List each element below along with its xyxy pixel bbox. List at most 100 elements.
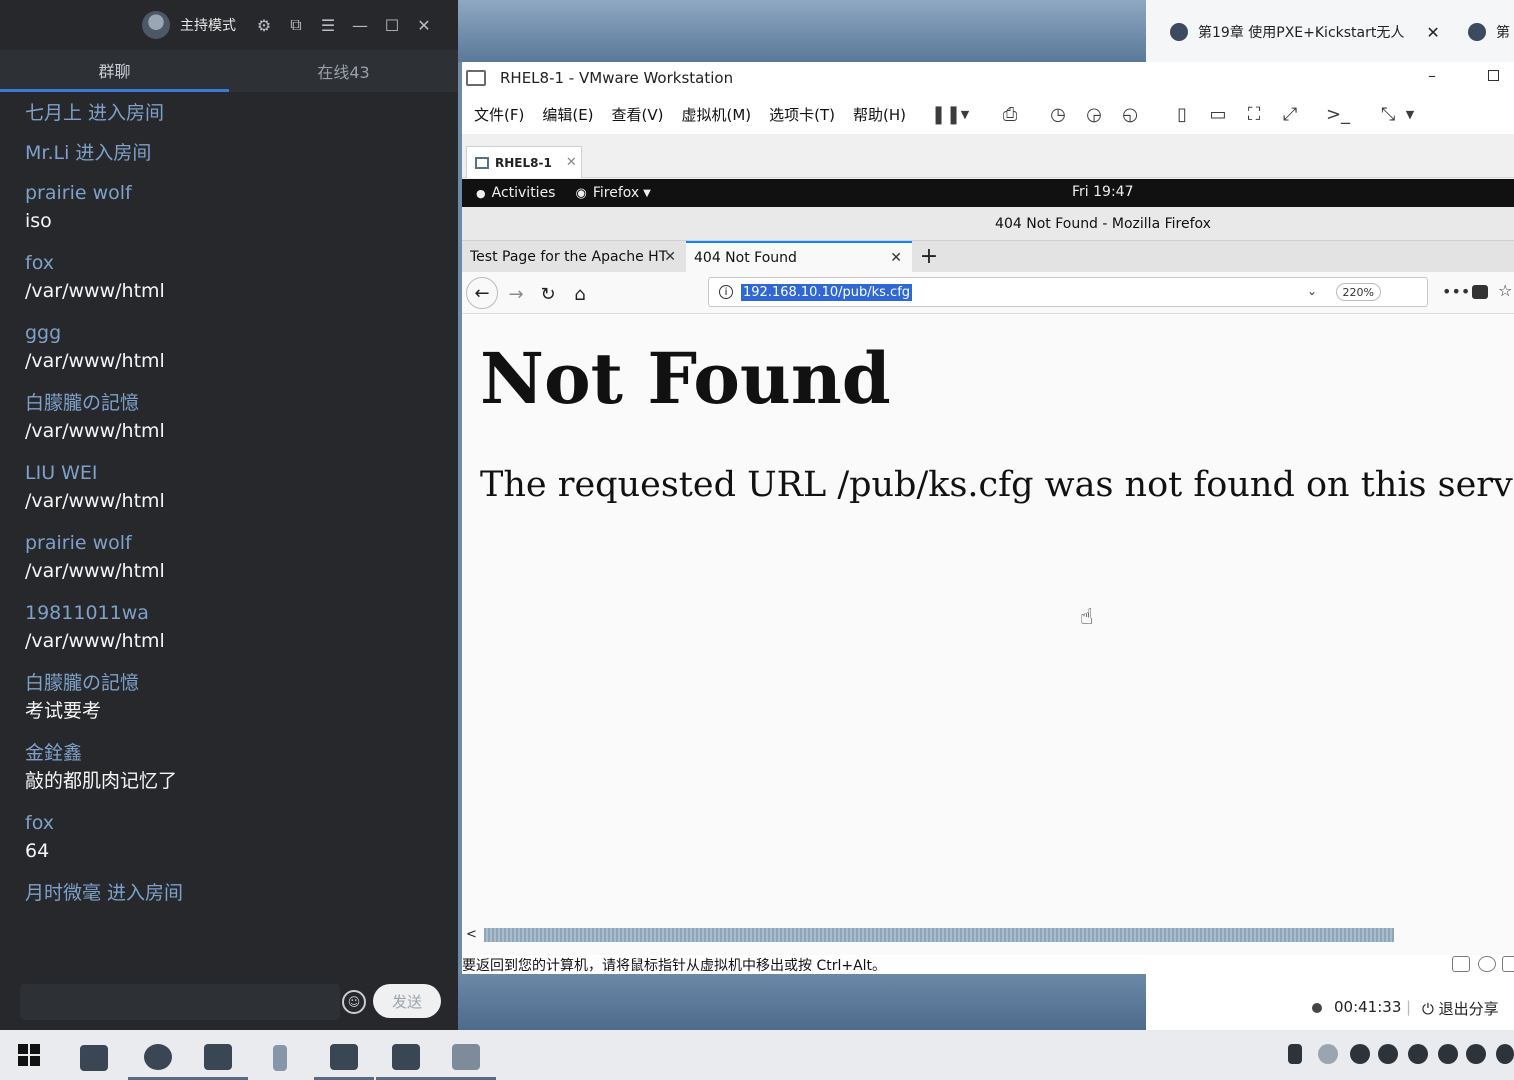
clock[interactable]: Fri 19:47 (1072, 184, 1133, 200)
scroll-left-icon[interactable]: < (466, 927, 477, 942)
send-button[interactable]: 发送 (373, 984, 441, 1018)
recording-dot-icon (1312, 1003, 1322, 1013)
gnome-foot-icon: ● (476, 186, 486, 200)
minimize-icon[interactable]: — (344, 9, 376, 41)
recording-panel: 00:41:33 | ⏻ 退出分享 (1146, 974, 1514, 1030)
thumbnail-bar-icon[interactable]: ▭ (1203, 102, 1233, 126)
close-icon[interactable]: ✕ (566, 155, 577, 170)
exit-share-label: 退出分享 (1438, 1000, 1499, 1018)
app-menu[interactable]: Firefox (593, 185, 639, 201)
pocket-icon[interactable] (1472, 285, 1488, 299)
pause-icon[interactable]: ❚❚ (931, 102, 961, 126)
window-title: 404 Not Found - Mozilla Firefox (995, 215, 1211, 232)
url-bar[interactable]: i 192.168.10.10/pub/ks.cfg ⌄ 220% (708, 277, 1428, 307)
maximize-icon[interactable]: ☐ (376, 9, 408, 41)
url-text[interactable]: 192.168.10.10/pub/ks.cfg (741, 283, 913, 301)
taskbar-app-7[interactable] (436, 1036, 496, 1080)
console-icon[interactable]: >_ (1323, 102, 1353, 126)
maximize-icon[interactable] (1488, 70, 1499, 81)
home-button[interactable]: ⌂ (566, 280, 594, 308)
zoom-level[interactable]: 220% (1335, 283, 1381, 301)
more-icon[interactable]: ••• (1442, 282, 1470, 301)
chevron-down-icon[interactable]: ▼ (957, 102, 973, 126)
tray-icon[interactable] (1408, 1044, 1428, 1064)
chat-message-list[interactable]: 七月上 进入房间 Mr.Li 进入房间 prairie wolf iso fox /… (0, 100, 458, 970)
taskbar-app-vmware[interactable] (188, 1036, 248, 1080)
exit-share-button[interactable]: ⏻ 退出分享 (1422, 998, 1499, 1019)
device-icon[interactable] (1452, 956, 1470, 972)
taskbar (0, 1030, 1514, 1080)
close-icon[interactable]: ✕ (1426, 23, 1439, 42)
chevron-down-icon[interactable]: ▼ (643, 188, 651, 199)
browser-tab[interactable]: 第19章 使用PXE+Kickstart无人 ✕ (1170, 22, 1440, 42)
taskbar-app-4[interactable] (250, 1036, 310, 1080)
menu-help[interactable]: 帮助(H) (844, 104, 915, 125)
chat-titlebar: 主持模式 ⚙ ⧉ ☰ — ☐ ✕ (0, 0, 458, 50)
fullscreen-icon[interactable]: ⛶ (1239, 102, 1269, 126)
menu-vm[interactable]: 虚拟机(M) (673, 104, 761, 125)
activities-button[interactable]: Activities (492, 185, 556, 201)
taskbar-app-6[interactable] (376, 1036, 436, 1080)
reload-button[interactable]: ↻ (534, 280, 562, 308)
info-icon[interactable]: i (719, 285, 733, 299)
snapshot-manager-icon[interactable]: ◵ (1115, 102, 1145, 126)
tray-icon[interactable] (1438, 1044, 1458, 1064)
avatar[interactable] (142, 11, 170, 39)
guest-screen[interactable]: ● Activities ◉ Firefox ▼ Fri 19:47 404 N… (462, 179, 1514, 955)
forward-button[interactable]: → (502, 280, 530, 308)
network-icon[interactable] (1502, 956, 1514, 972)
menu-view[interactable]: 查看(V) (603, 104, 673, 125)
back-button[interactable]: ← (466, 277, 498, 309)
recording-time: 00:41:33 (1334, 998, 1402, 1016)
tray-icon[interactable] (1496, 1044, 1514, 1064)
tray-icon[interactable] (1350, 1044, 1370, 1064)
tray-icon[interactable] (1378, 1044, 1398, 1064)
send-ctrl-alt-del-icon[interactable]: ⎙ (995, 102, 1025, 126)
tray-icon[interactable] (1318, 1044, 1338, 1064)
stretch-icon[interactable]: ⤡ (1373, 102, 1403, 126)
popout-icon[interactable]: ⧉ (280, 9, 312, 41)
message-text: /var/www/html (25, 280, 165, 302)
revert-snapshot-icon[interactable]: ◶ (1079, 102, 1109, 126)
close-icon[interactable]: ✕ (890, 250, 902, 266)
chevron-down-icon[interactable]: ⌄ (1307, 284, 1317, 298)
microphone-icon[interactable] (1288, 1044, 1302, 1064)
new-tab-button[interactable]: + (912, 241, 946, 272)
message-text: /var/www/html (25, 420, 165, 442)
windows-start-icon[interactable] (18, 1044, 40, 1066)
settings-icon[interactable]: ⚙ (248, 9, 280, 41)
tab-group-chat[interactable]: 群聊 (0, 50, 229, 92)
app-icon (392, 1043, 420, 1070)
close-icon[interactable]: ✕ (408, 9, 440, 41)
tab-apache-test-page[interactable]: Test Page for the Apache HT ✕ (462, 241, 686, 272)
emoji-icon[interactable]: ☺ (342, 990, 366, 1014)
browser-tab[interactable]: 第 (1468, 22, 1510, 42)
unity-icon[interactable]: ⤢ (1275, 102, 1305, 126)
sidebar-toggle-icon[interactable]: ▯ (1167, 102, 1197, 126)
browser-icon (144, 1043, 172, 1070)
tab-rhel8-1[interactable]: RHEL8-1 ✕ (466, 146, 582, 178)
menu-icon[interactable]: ☰ (312, 9, 344, 41)
taskbar-app-explorer[interactable] (64, 1036, 124, 1080)
menu-edit[interactable]: 编辑(E) (533, 104, 602, 125)
chevron-down-icon[interactable]: ▼ (1403, 102, 1417, 126)
tray-icon[interactable] (1466, 1044, 1486, 1064)
menu-file[interactable]: 文件(F) (462, 104, 533, 125)
menu-tabs[interactable]: 选项卡(T) (760, 104, 844, 125)
bookmark-star-icon[interactable]: ☆ (1498, 281, 1512, 300)
site-icon (1468, 23, 1486, 41)
snapshot-icon[interactable]: ◷ (1043, 102, 1073, 126)
chat-input[interactable] (20, 984, 340, 1020)
message-text: 敲的都肌肉记忆了 (25, 770, 178, 792)
taskbar-app-5[interactable] (314, 1036, 374, 1080)
message-text: /var/www/html (25, 350, 165, 372)
close-icon[interactable]: ✕ (664, 249, 676, 265)
tab-online[interactable]: 在线43 (229, 50, 458, 92)
horizontal-scrollbar[interactable]: < (462, 925, 1514, 945)
scrollbar-thumb[interactable] (484, 928, 1394, 942)
taskbar-app-browser[interactable] (128, 1036, 188, 1080)
cd-icon[interactable] (1478, 956, 1496, 972)
tab-404-not-found[interactable]: 404 Not Found ✕ (686, 241, 912, 272)
vmware-window: RHEL8-1 - VMware Workstation – 文件(F) 编辑(… (462, 62, 1514, 974)
minimize-icon[interactable]: – (1428, 66, 1436, 85)
